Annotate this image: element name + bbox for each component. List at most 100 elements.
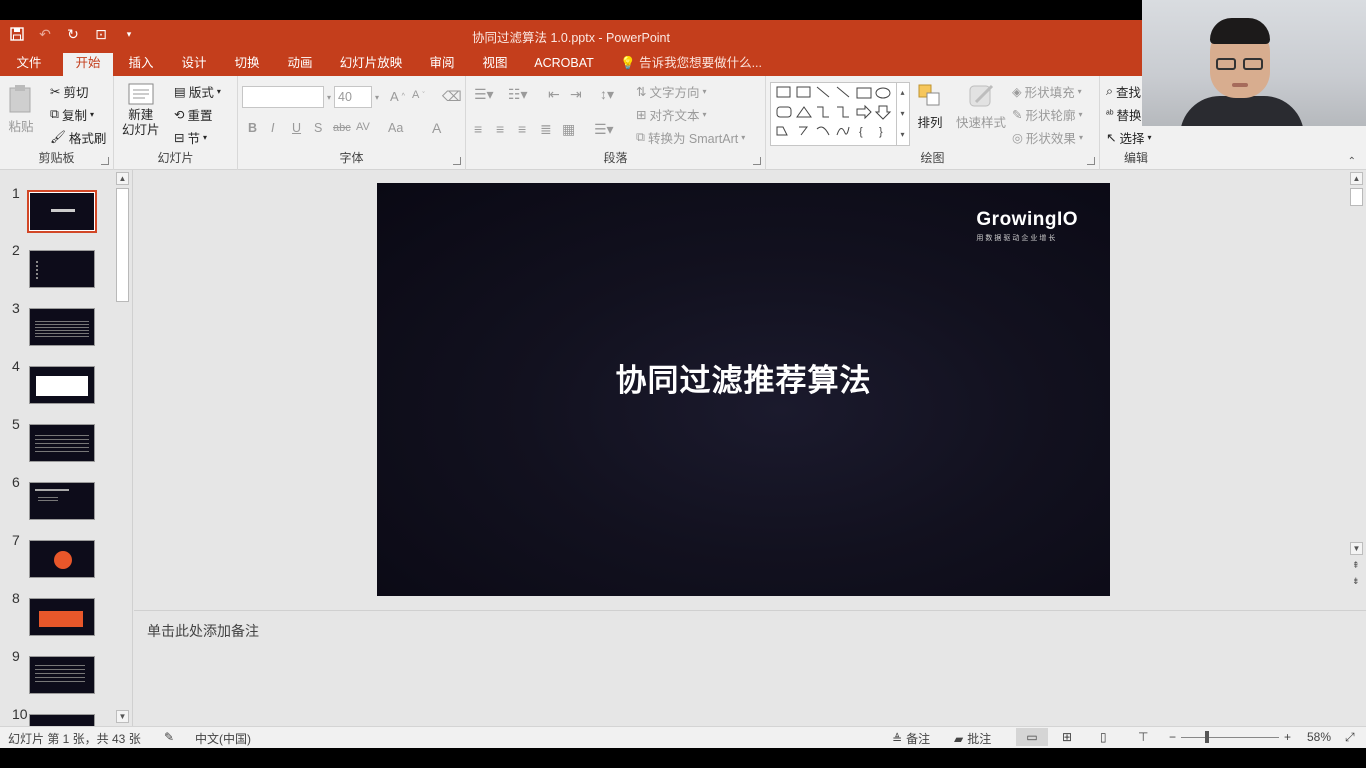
thumbnail-slide-5[interactable]: 5 [0,416,116,466]
clear-formatting-icon[interactable]: ⌫ [442,88,462,105]
tab-slideshow[interactable]: 幻灯片放映 [333,54,409,76]
language-indicator[interactable]: 中文(中国) [195,730,251,747]
notes-pane[interactable]: 单击此处添加备注 [134,610,1366,726]
italic-button[interactable]: I [271,121,274,135]
slide-sorter-icon[interactable]: ⊞ [1062,730,1072,744]
align-right-icon[interactable]: ≡ [518,121,526,137]
bold-button[interactable]: B [248,121,257,135]
shadow-button[interactable]: S [314,121,322,135]
smartart-button[interactable]: ⧉ 转换为 SmartArt ▾ [636,128,745,147]
reset-button[interactable]: ⟲ 重置 [174,105,213,124]
thumbnail-slide-10[interactable]: 10 [0,706,116,726]
tab-home[interactable]: 开始 [63,53,113,76]
thumbnail-scrollbar[interactable]: ▲ ▼ [116,172,130,724]
clipboard-launcher-icon[interactable] [101,157,109,165]
paste-button[interactable]: 粘贴 [8,84,34,135]
change-case-button[interactable]: Aa [388,121,403,135]
distributed-icon[interactable]: ▦ [562,121,575,138]
justify-icon[interactable]: ≣ [540,121,552,138]
tab-review[interactable]: 审阅 [420,54,464,76]
reading-view-icon[interactable]: ▯ [1100,730,1107,744]
format-painter-button[interactable]: 🖌 格式刷 [50,128,106,147]
underline-button[interactable]: U [292,121,301,135]
slide-scrollbar[interactable]: ▲ ▼ ⇞ ⇟ [1350,172,1364,590]
section-button[interactable]: ⊟ 节 ▾ [174,128,207,147]
comments-toggle-button[interactable]: ▰ 批注 [954,730,991,747]
slide-title[interactable]: 协同过滤推荐算法 [377,355,1110,400]
line-spacing-icon[interactable]: ↕▾ [600,86,614,103]
replace-button[interactable]: ᵃᵇ 替换 [1106,105,1142,124]
zoom-slider-track[interactable] [1181,737,1279,738]
scrollbar-thumb[interactable] [1350,188,1363,206]
collapse-ribbon-icon[interactable]: ⌃ [1348,156,1356,167]
normal-view-icon[interactable]: ▭ [1016,728,1048,746]
thumbnail-slide-4[interactable]: 4 [0,358,116,408]
font-size-combo[interactable]: 40 ▾ [334,86,379,108]
scroll-up-icon[interactable]: ▲ [116,172,129,185]
align-text-button[interactable]: ⊞ 对齐文本 ▾ [636,105,707,124]
new-slide-button[interactable]: 新建 幻灯片 [122,82,160,138]
scroll-up-icon[interactable]: ▲ [1350,172,1363,185]
thumbnail-slide-1[interactable]: 1 [0,185,116,235]
text-direction-button[interactable]: ⇅ 文字方向 ▾ [636,82,707,101]
align-left-icon[interactable]: ≡ [474,121,482,137]
increase-indent-icon[interactable]: ⇥ [570,86,582,103]
thumbnail-slide-8[interactable]: 8 [0,590,116,640]
slide-canvas[interactable]: GrowingIO 用数据驱动企业增长 协同过滤推荐算法 [377,183,1110,596]
tab-transitions[interactable]: 切换 [224,54,270,76]
scroll-down-icon[interactable]: ▼ [116,710,129,723]
font-name-field[interactable] [242,86,324,108]
slide-thumbnail-pane[interactable]: 1 2 3 4 5 6 7 8 9 10 ▲ ▼ [0,170,133,726]
spell-check-icon[interactable]: ✎ [164,730,174,744]
thumbnail-slide-9[interactable]: 9 [0,648,116,698]
numbering-icon[interactable]: ☷▾ [508,86,528,103]
tab-file[interactable]: 文件 [6,54,52,76]
thumbnail-slide-3[interactable]: 3 [0,300,116,350]
shape-outline-button[interactable]: ✎ 形状轮廓 ▾ [1012,105,1083,124]
paragraph-launcher-icon[interactable] [753,157,761,165]
shrink-font-icon[interactable]: Aˇ [412,89,425,101]
zoom-in-icon[interactable]: + [1284,730,1291,744]
font-name-combo[interactable]: ▾ [242,86,331,108]
char-spacing-button[interactable]: AV [356,121,370,133]
tab-design[interactable]: 设计 [171,54,217,76]
decrease-indent-icon[interactable]: ⇤ [548,86,560,103]
font-size-field[interactable]: 40 [334,86,372,108]
next-slide-icon[interactable]: ⇟ [1352,576,1360,587]
shape-effects-button[interactable]: ◎ 形状效果 ▾ [1012,128,1083,147]
notes-toggle-button[interactable]: ≜ 备注 [892,730,930,747]
copy-button[interactable]: ⧉ 复制 ▾ [50,105,94,124]
zoom-level[interactable]: 58% [1307,730,1331,744]
tab-acrobat[interactable]: ACROBAT [528,54,600,76]
fit-to-window-icon[interactable]: ⤢ [1345,730,1355,745]
select-button[interactable]: ↖ 选择 ▾ [1106,128,1152,147]
layout-button[interactable]: ▤ 版式 ▾ [174,82,221,101]
tell-me-box[interactable]: 💡 告诉我您想要做什么... [620,54,762,72]
font-launcher-icon[interactable] [453,157,461,165]
previous-slide-icon[interactable]: ⇞ [1352,560,1360,571]
grow-font-icon[interactable]: A ^ [390,89,405,104]
columns-icon[interactable]: ☰▾ [594,121,614,138]
cut-button[interactable]: ✂ 剪切 [50,82,89,101]
tab-view[interactable]: 视图 [473,54,517,76]
thumbnail-slide-7[interactable]: 7 [0,532,116,582]
tab-animations[interactable]: 动画 [277,54,323,76]
bullets-icon[interactable]: ☰▾ [474,86,494,103]
thumbnail-slide-2[interactable]: 2 [0,242,116,292]
zoom-out-icon[interactable]: − [1169,730,1176,744]
shapes-gallery-scroll[interactable]: ▴ ▾ ▾ [896,82,908,146]
thumbnail-slide-6[interactable]: 6 [0,474,116,524]
zoom-slider-thumb[interactable] [1205,731,1209,743]
scrollbar-thumb[interactable] [116,188,129,302]
shape-fill-button[interactable]: ◈ 形状填充 ▾ [1012,82,1082,101]
tab-insert[interactable]: 插入 [118,54,164,76]
shapes-gallery[interactable]: {} [770,82,910,146]
font-color-button[interactable]: A [432,120,441,136]
scroll-down-icon[interactable]: ▼ [1350,542,1363,555]
drawing-launcher-icon[interactable] [1087,157,1095,165]
strikethrough-button[interactable]: abc [333,122,351,134]
find-button[interactable]: ⌕ 查找 [1106,82,1141,101]
slideshow-view-icon[interactable]: ⊤ [1138,730,1148,744]
align-center-icon[interactable]: ≡ [496,121,504,137]
arrange-button[interactable]: 排列 [916,82,944,131]
